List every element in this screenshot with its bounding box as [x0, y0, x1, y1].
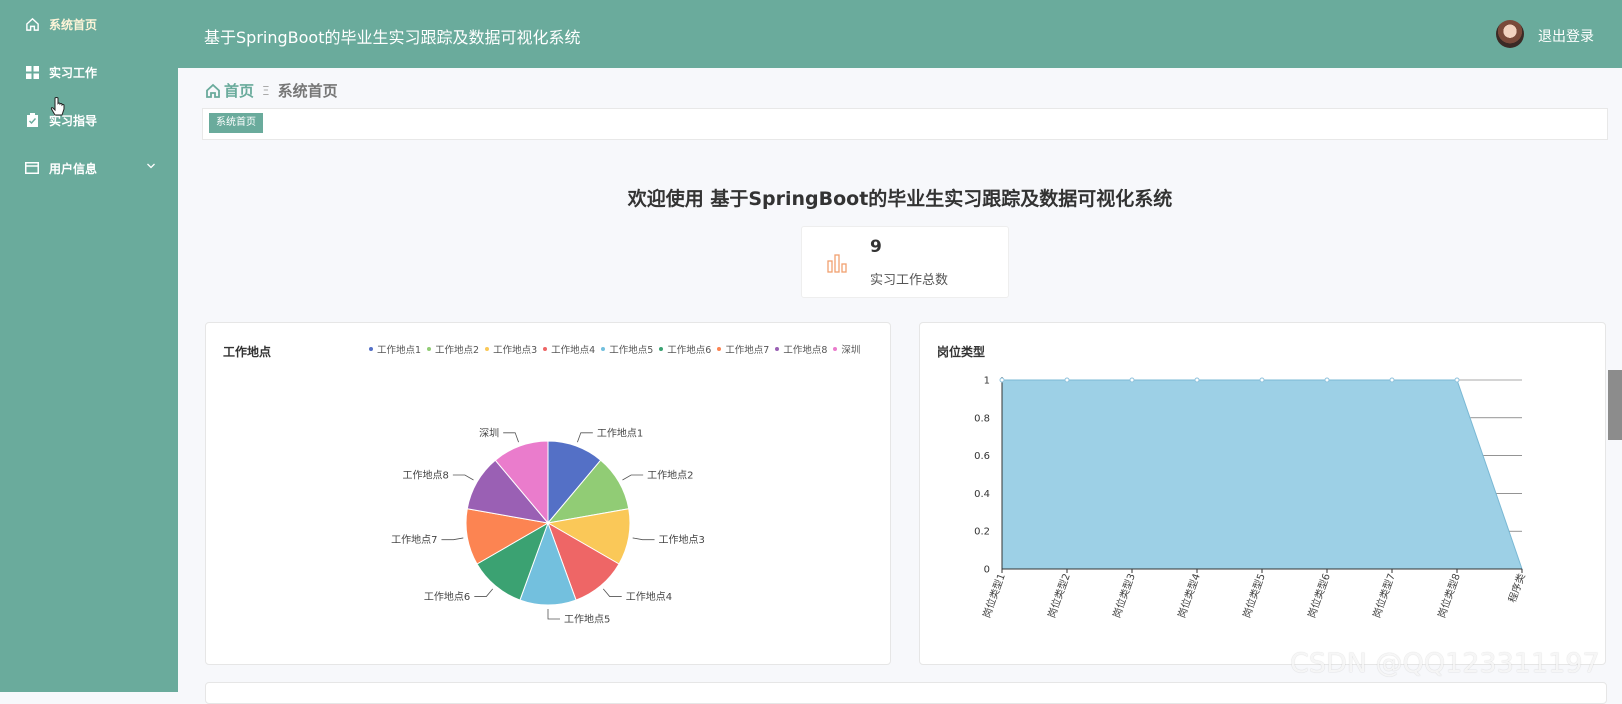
job-type-chart-card: 岗位类型 0 0.2 0.4 0.6 0.8 1 岗位类型1 岗位类型2 岗位类型3 岗位类型4 岗…	[919, 322, 1606, 665]
stat-card: 9 实习工作总数	[801, 226, 1009, 298]
y-tick-label: 0.8	[974, 413, 990, 424]
data-point[interactable]	[1454, 377, 1460, 383]
pie-chart: 工作地点1 工作地点2 工作地点3 工作地点4 工作地点5 工作地点6 工作地点7 工作地点8…	[391, 426, 705, 626]
sidebar: 系统首页 实习工作 实习指导 用户信息	[0, 0, 178, 692]
stat-label: 实习工作总数	[870, 273, 949, 288]
pie-label-line	[622, 474, 644, 481]
data-point[interactable]	[999, 377, 1005, 383]
avatar[interactable]	[1496, 20, 1524, 48]
pie-label: 工作地点1	[597, 426, 643, 439]
data-point[interactable]	[1194, 377, 1200, 383]
home-icon	[24, 16, 40, 32]
breadcrumb-separator: Ξ	[262, 83, 270, 98]
pie-label: 工作地点3	[659, 533, 705, 546]
pie-label: 工作地点4	[626, 590, 672, 603]
location-chart-card: 工作地点 工作地点1 工作地点2 工作地点3 工作地点4 工作地点5 工作地点6 工作地点7…	[205, 322, 891, 665]
x-tick-label: 岗位类型8	[1435, 572, 1463, 620]
pie-label: 工作地点6	[424, 590, 470, 603]
watermark: CSDN @QQ123311197	[1290, 648, 1600, 679]
app-title: 基于SpringBoot的毕业生实习跟踪及数据可视化系统	[204, 28, 581, 47]
bar-chart-icon	[826, 253, 848, 273]
pie-label-line	[632, 537, 655, 541]
y-tick-label: 0.2	[974, 527, 990, 538]
pie-label: 深圳	[479, 427, 499, 439]
pie-label-line	[547, 609, 560, 620]
pie-label-line	[441, 537, 464, 541]
pie-label: 工作地点7	[391, 533, 437, 546]
x-tick-label: 岗位类型7	[1370, 572, 1398, 620]
y-tick-label: 0.4	[974, 489, 990, 500]
sidebar-item-label: 实习工作	[49, 65, 98, 80]
sidebar-item-internship-work[interactable]: 实习工作	[0, 52, 178, 92]
bottom-card	[205, 682, 1607, 704]
pie-label-line	[452, 474, 474, 481]
x-tick-label: 程序类	[1505, 572, 1527, 605]
data-point[interactable]	[1389, 377, 1395, 383]
data-point[interactable]	[1259, 377, 1265, 383]
x-tick-label: 岗位类型6	[1305, 572, 1333, 620]
breadcrumb-home-link[interactable]: 首页	[224, 80, 254, 101]
stat-value: 9	[870, 237, 882, 257]
y-tick-label: 1	[984, 376, 990, 387]
card-icon	[24, 160, 40, 176]
pie-label: 工作地点2	[647, 469, 693, 482]
sidebar-item-label: 用户信息	[49, 161, 98, 176]
pie-label-line	[577, 432, 593, 443]
grid-icon	[24, 64, 40, 80]
scrollbar-thumb[interactable]	[1608, 370, 1622, 440]
top-header: 基于SpringBoot的毕业生实习跟踪及数据可视化系统 退出登录	[178, 0, 1622, 68]
home-icon	[205, 83, 221, 99]
pie-label-line	[503, 432, 519, 443]
data-point[interactable]	[1324, 377, 1330, 383]
data-point[interactable]	[1129, 377, 1135, 383]
x-tick-label: 岗位类型3	[1110, 572, 1138, 620]
tags-view-bar: 系统首页	[202, 108, 1608, 140]
sidebar-item-internship-guidance[interactable]: 实习指导	[0, 100, 178, 140]
pie-label: 工作地点8	[402, 469, 448, 482]
breadcrumb: 首页 Ξ 系统首页	[205, 80, 338, 101]
data-point[interactable]	[1064, 377, 1070, 383]
pie-label-line	[602, 588, 622, 597]
welcome-heading: 欢迎使用 基于SpringBoot的毕业生实习跟踪及数据可视化系统	[627, 188, 1173, 210]
x-tick-label: 岗位类型4	[1175, 572, 1203, 620]
sidebar-item-user-info[interactable]: 用户信息	[0, 148, 178, 188]
area-chart: 0 0.2 0.4 0.6 0.8 1 岗位类型1 岗位类型2 岗位类型3 岗位类型4 岗位类型5 岗…	[974, 376, 1528, 620]
sidebar-item-label: 系统首页	[49, 17, 98, 32]
x-tick-label: 岗位类型5	[1240, 572, 1268, 620]
y-tick-label: 0	[984, 565, 990, 576]
pie-label: 工作地点5	[564, 613, 610, 626]
x-tick-label: 岗位类型1	[980, 572, 1008, 620]
pie-label-line	[474, 588, 494, 597]
chevron-down-icon	[146, 160, 156, 170]
logout-button[interactable]: 退出登录	[1538, 26, 1594, 46]
sidebar-item-home[interactable]: 系统首页	[0, 4, 178, 44]
mouse-cursor-icon	[50, 97, 66, 119]
breadcrumb-current: 系统首页	[277, 82, 338, 100]
area-series[interactable]	[1001, 379, 1523, 570]
x-tick-label: 岗位类型2	[1045, 572, 1073, 620]
tag-home[interactable]: 系统首页	[209, 113, 263, 133]
clipboard-icon	[24, 112, 40, 128]
y-tick-label: 0.6	[974, 451, 990, 462]
